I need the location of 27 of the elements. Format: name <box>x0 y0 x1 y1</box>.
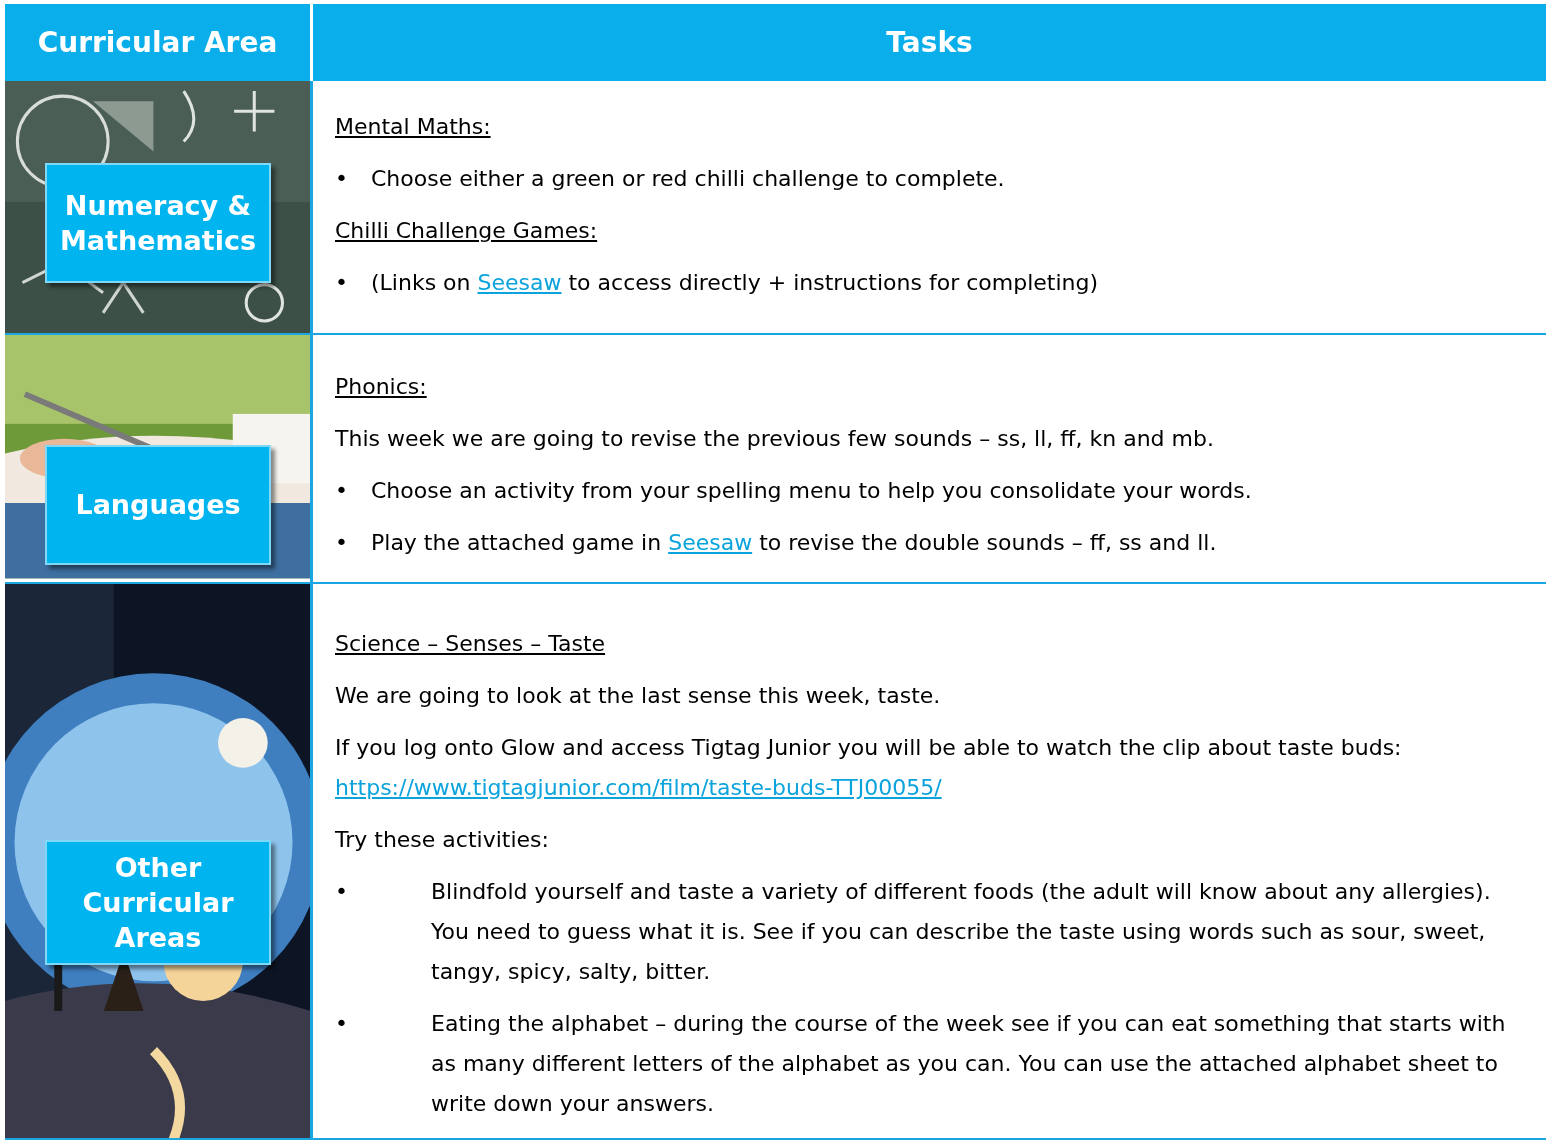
section-heading: Phonics: <box>335 373 427 401</box>
link[interactable]: https://www.tigtagjunior.com/film/taste-buds-TTJ00055/ <box>335 775 942 800</box>
bullet-text: Play the attached game in Seesaw to revise the double sounds – ff, ss and ll. <box>371 529 1217 557</box>
bullet-marker: • <box>335 529 349 557</box>
bullet-text: Choose either a green or red chilli challenge to complete. <box>371 165 1005 193</box>
bullet-text: Blindfold yourself and taste a variety of different foods (the adult will know about any allergies). You need to guess what it is. See if you can describe the taste using words such as sour, sweet, tangy, spicy, salty, bitter. <box>431 878 1492 986</box>
section-heading: Chilli Challenge Games: <box>335 217 598 245</box>
area-label: Other Curricular Areas <box>45 840 271 966</box>
bullet-text: Choose an activity from your spelling menu to help you consolidate your words. <box>371 477 1252 505</box>
paragraph: We are going to look at the last sense this week, taste. <box>335 682 941 710</box>
link[interactable]: Seesaw <box>668 530 753 555</box>
column-header: Tasks <box>885 24 974 61</box>
section-heading: Mental Maths: <box>335 113 491 141</box>
bullet-marker: • <box>335 165 349 193</box>
paragraph: Try these activities: <box>335 826 549 854</box>
bullet-marker: • <box>335 477 349 505</box>
area-label: Languages <box>45 445 271 565</box>
bullet-marker: • <box>335 269 349 297</box>
bullet-text: (Links on Seesaw to access directly + instructions for completing) <box>371 269 1099 297</box>
paragraph: If you log onto Glow and access Tigtag Junior you will be able to watch the clip about taste buds: https://www.tigtagjunior.com/film/taste-buds-TTJ00055/ <box>335 734 1403 802</box>
bullet-text: Eating the alphabet – during the course of the week see if you can eat something that starts with as many different letters of the alphabet as you can. You can use the attached alphabet sheet to write down your answers. <box>431 1010 1507 1118</box>
area-label: Numeracy & Mathematics <box>45 163 271 283</box>
paragraph: This week we are going to revise the previous few sounds – ss, ll, ff, kn and mb. <box>335 425 1214 453</box>
section-heading: Science – Senses – Taste <box>335 630 606 658</box>
link[interactable]: Seesaw <box>477 270 562 295</box>
bullet-marker: • <box>335 1010 349 1038</box>
bullet-marker: • <box>335 878 349 906</box>
